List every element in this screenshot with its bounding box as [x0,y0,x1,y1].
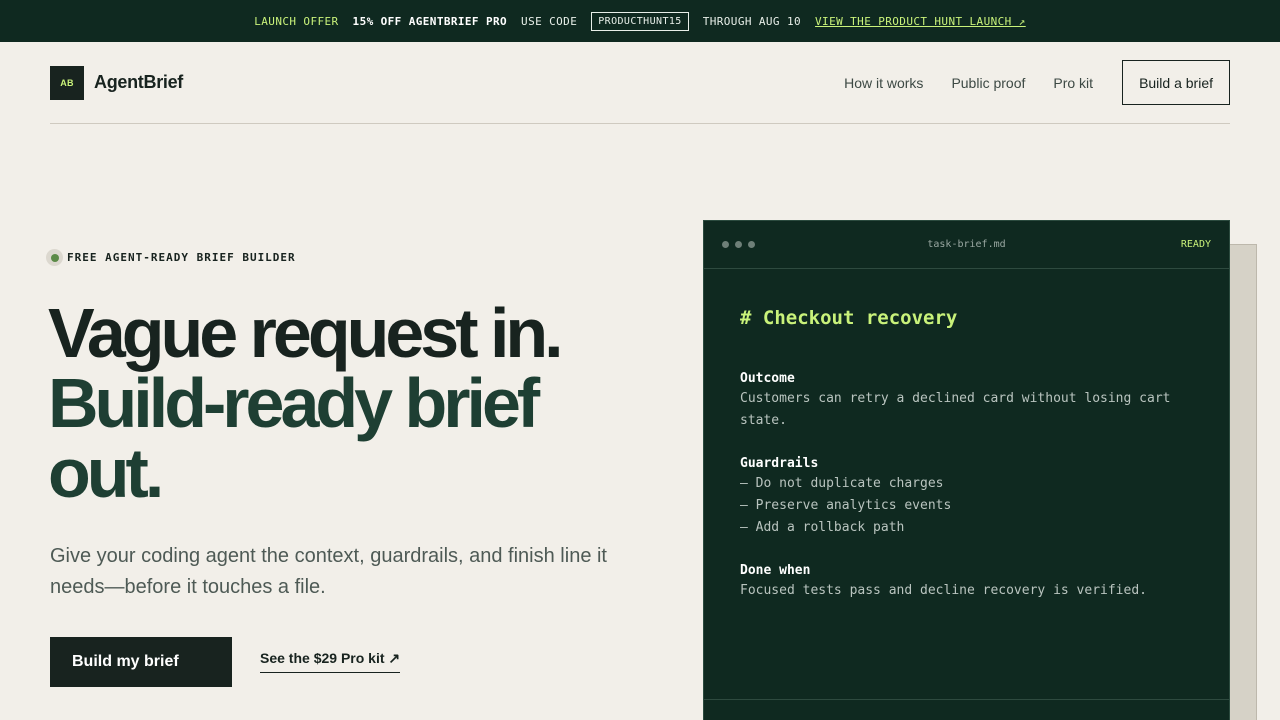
pro-kit-link[interactable]: See the $29 Pro kit ↗ [260,650,401,673]
product-hunt-link[interactable]: VIEW THE PRODUCT HUNT LAUNCH ↗ [815,15,1026,28]
card-footer-divider [704,699,1229,700]
section-line: — Do not duplicate charges [740,476,944,491]
build-a-brief-button[interactable]: Build a brief [1122,60,1230,105]
promo-use-code: USE CODE [521,14,578,28]
card-titlebar: task-brief.md READY [704,221,1229,269]
headline-line-3: out. [48,434,164,512]
headline-line-2: Build-ready brief [48,364,540,442]
main-nav: How it works Public proof Pro kit Build … [816,60,1230,105]
hero-subtitle: Give your coding agent the context, guar… [50,545,607,598]
brief-section-outcome: Outcome Customers can retry a declined c… [740,371,1193,432]
build-my-brief-button[interactable]: Build my brief [50,637,232,687]
section-text: Focused tests pass and decline recovery … [740,583,1147,598]
promo-banner: LAUNCH OFFER 15% OFF AGENTBRIEF PRO USE … [0,0,1280,42]
section-heading: Outcome [740,371,795,386]
section-line: — Preserve analytics events [740,498,952,513]
logo-text[interactable]: AgentBrief [94,72,183,93]
logo-mark[interactable]: AB [50,65,84,100]
section-heading: Guardrails [740,456,819,471]
promo-through: THROUGH AUG 10 [702,14,802,28]
brief-section-guardrails: Guardrails — Do not duplicate charges — … [740,456,1193,539]
promo-offer-label: LAUNCH OFFER [254,14,339,28]
brief-section-done-when: Done when Focused tests pass and decline… [740,563,1193,602]
section-heading: Done when [740,563,811,578]
section-text: Customers can retry a declined card with… [740,391,1171,428]
card-shadow [1230,244,1257,720]
card-filename: task-brief.md [927,239,1006,250]
promo-code[interactable]: PRODUCTHUNT15 [591,11,689,31]
hero-badge: FREE AGENT-READY BRIEF BUILDER [46,249,296,266]
nav-pro-kit[interactable]: Pro kit [1053,75,1093,91]
nav-how-it-works[interactable]: How it works [844,75,923,91]
hero-headline: Vague request in. Build-ready brief out. [48,298,648,508]
card-body: # Checkout recovery Outcome Customers ca… [704,269,1229,602]
nav-public-proof[interactable]: Public proof [951,75,1025,91]
brief-preview-card: task-brief.md READY # Checkout recovery … [703,220,1230,720]
promo-discount: 15% OFF AGENTBRIEF PRO [352,14,508,28]
section-line: — Add a rollback path [740,520,905,535]
status-dot-icon [46,249,63,266]
site-header: AB AgentBrief How it works Public proof … [50,42,1230,124]
brief-title: # Checkout recovery [740,307,958,329]
headline-line-1: Vague request in. [48,294,564,372]
hero-badge-text: FREE AGENT-READY BRIEF BUILDER [67,251,296,264]
